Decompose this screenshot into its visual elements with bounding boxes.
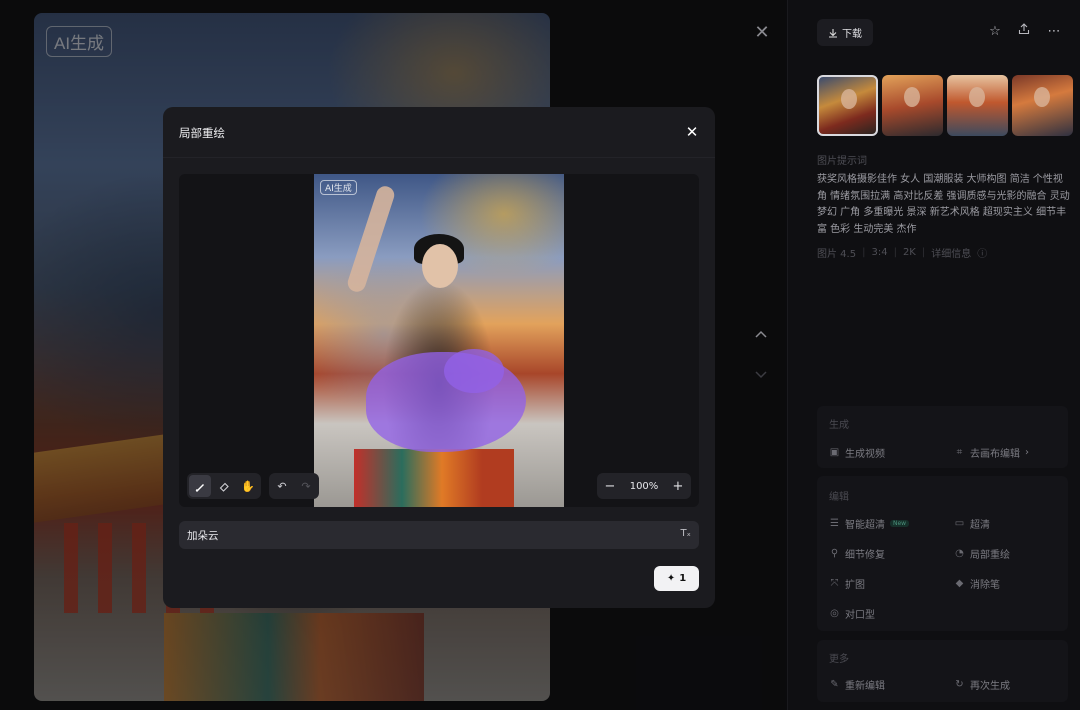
sparkle-icon: ✦ — [666, 573, 676, 584]
eraser-icon[interactable] — [213, 475, 235, 497]
prompt-text: 获奖风格摄影佳作 女人 国潮服装 大师构图 简洁 个性视角 情绪氛围拉满 高对比… — [817, 174, 1070, 235]
canvas-edit-button[interactable]: ⌗ 去画布编辑 › — [954, 445, 1029, 460]
zoom-level: 100% — [629, 480, 659, 492]
refresh-icon: ↻ — [955, 679, 964, 690]
section-title: 生成 — [829, 420, 849, 431]
meta-resolution: 2K — [902, 247, 916, 258]
history-tools: ↶ ↷ — [269, 473, 319, 499]
right-panel: 下载 ☆ ⋯ 图片提示词 获奖风格摄影佳作 女人 国潮服装 大师构图 简洁 个性… — [787, 0, 1080, 710]
download-icon — [829, 28, 837, 38]
info-icon[interactable]: ⓘ — [977, 245, 987, 260]
zoom-control: − 100% + — [597, 473, 691, 499]
modal-title: 局部重绘 — [179, 126, 225, 140]
hd-icon: ▭ — [954, 518, 965, 529]
prompt-input[interactable] — [187, 521, 667, 549]
re-edit-button[interactable]: ✎ 重新编辑 — [829, 677, 885, 692]
thumbnail-strip — [817, 75, 1073, 136]
section-title: 编辑 — [829, 492, 849, 503]
eraser-tool-button[interactable]: ◆ 消除笔 — [954, 576, 1000, 591]
top-actions: 下载 ☆ ⋯ — [817, 19, 1069, 47]
meta-ratio: 3:4 — [871, 247, 888, 258]
inpaint-modal: 局部重绘 ✕ AI生成 ✋ ↶ ↷ − 100% + 加朵云 Tₓ ✦ 1 — [163, 107, 715, 608]
thumbnail-2[interactable] — [882, 75, 943, 136]
star-icon[interactable]: ☆ — [985, 22, 1005, 42]
chevron-right-icon: › — [1025, 447, 1029, 458]
outpaint-button[interactable]: ⤧ 扩图 — [829, 576, 866, 591]
wand-icon: ⚲ — [830, 548, 839, 559]
eraser-icon: ◆ — [955, 578, 964, 589]
upscale-button[interactable]: ▭ 超清 — [954, 516, 990, 531]
video-icon: ▣ — [829, 447, 840, 458]
text-format-icon[interactable]: Tₓ — [680, 528, 691, 539]
close-icon[interactable]: ✕ — [682, 122, 702, 142]
edit-icon: ✎ — [830, 679, 839, 690]
regenerate-button[interactable]: ↻ 再次生成 — [954, 677, 1010, 692]
more-icon[interactable]: ⋯ — [1044, 22, 1064, 42]
ai-generated-tag: AI生成 — [320, 180, 357, 195]
download-label: 下载 — [842, 29, 862, 40]
generate-video-button[interactable]: ▣ 生成视频 — [829, 445, 885, 460]
brush-icon[interactable] — [189, 475, 211, 497]
hand-icon[interactable]: ✋ — [237, 475, 259, 497]
smart-upscale-button[interactable]: ☰ 智能超清 New — [829, 516, 910, 531]
lips-icon: ◎ — [830, 608, 839, 619]
zoom-out-button[interactable]: − — [603, 479, 617, 494]
section-title: 更多 — [829, 654, 849, 665]
thumbnail-1[interactable] — [817, 75, 878, 136]
canvas-image[interactable]: AI生成 — [314, 174, 564, 507]
new-badge: New — [890, 520, 910, 527]
generate-button[interactable]: ✦ 1 — [654, 566, 699, 591]
thumbnail-3[interactable] — [947, 75, 1008, 136]
section-more: 更多 ✎ 重新编辑 ↻ 再次生成 — [817, 640, 1068, 702]
divider — [163, 157, 715, 158]
redo-icon[interactable]: ↷ — [295, 475, 317, 497]
share-icon[interactable] — [1014, 22, 1034, 42]
brush-tools: ✋ — [187, 473, 261, 499]
section-edit: 编辑 ☰ 智能超清 New ▭ 超清 ⚲ 细节修复 ◔ 局部重绘 ⤧ 扩图 ◆ … — [817, 476, 1068, 631]
meta-model: 图片 4.5 — [817, 249, 857, 260]
inpaint-mask — [444, 349, 504, 393]
canvas-area[interactable]: AI生成 ✋ ↶ ↷ − 100% + — [179, 174, 699, 507]
section-generate: 生成 ▣ 生成视频 ⌗ 去画布编辑 › — [817, 406, 1068, 468]
download-button[interactable]: 下载 — [817, 19, 873, 46]
image-meta: 图片 4.5 | 3:4 | 2K | 详细信息 ⓘ — [817, 245, 988, 260]
undo-icon[interactable]: ↶ — [271, 475, 293, 497]
chevron-up-icon[interactable] — [751, 328, 771, 348]
lip-sync-button[interactable]: ◎ 对口型 — [829, 606, 875, 621]
detail-fix-button[interactable]: ⚲ 细节修复 — [829, 546, 885, 561]
upscale-icon: ☰ — [830, 518, 839, 529]
grid-icon: ⌗ — [956, 447, 963, 458]
close-icon[interactable]: ✕ — [752, 23, 772, 43]
inpaint-button[interactable]: ◔ 局部重绘 — [954, 546, 1010, 561]
prompt-field-wrapper: Tₓ — [179, 521, 699, 549]
meta-details-link[interactable]: 详细信息 — [931, 245, 971, 260]
prompt-title: 图片提示词 — [817, 156, 867, 167]
paint-icon: ◔ — [955, 548, 964, 559]
generate-count: 1 — [679, 573, 687, 584]
chevron-down-icon[interactable] — [751, 367, 771, 387]
zoom-in-button[interactable]: + — [671, 479, 685, 494]
expand-icon: ⤧ — [830, 578, 839, 589]
thumbnail-4[interactable] — [1012, 75, 1073, 136]
